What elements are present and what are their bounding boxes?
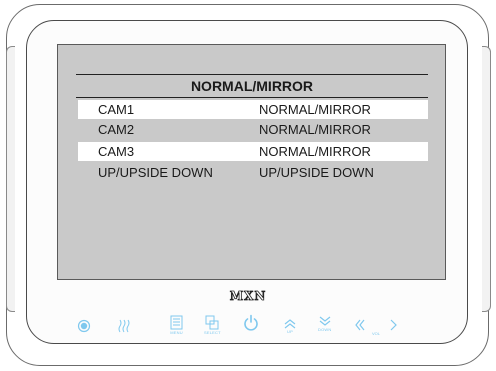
select-label: SELECT (204, 330, 221, 335)
power-button[interactable] (243, 314, 259, 332)
osd-row-cam2[interactable]: CAM2 NORMAL/MIRROR (78, 120, 428, 139)
menu-label: MENU (170, 330, 183, 335)
down-button[interactable]: DOWN (318, 316, 331, 332)
right-side-notch (482, 46, 491, 312)
osd-row-label: CAM1 (98, 102, 135, 117)
osd-row-value: UP/UPSIDE DOWN (259, 165, 374, 180)
volume-up-button[interactable] (389, 319, 399, 331)
osd-row-value: NORMAL/MIRROR (259, 144, 371, 159)
chevron-down-icon (319, 316, 331, 326)
power-icon (244, 314, 258, 331)
menu-icon (170, 315, 183, 330)
menu-button[interactable]: MENU (170, 315, 183, 335)
osd-row-label: CAM3 (98, 144, 135, 159)
select-button[interactable]: SELECT (204, 315, 221, 335)
osd-bottom-divider (76, 97, 428, 98)
select-icon (205, 315, 219, 330)
up-button[interactable]: UP (284, 318, 296, 334)
left-side-notch (6, 46, 15, 312)
osd-row-cam1[interactable]: CAM1 NORMAL/MIRROR (78, 100, 428, 119)
volume-label: VOL (372, 331, 381, 336)
osd-title: NORMAL/MIRROR (190, 78, 314, 94)
brand-logo: MXN (229, 289, 267, 304)
target-icon (77, 319, 91, 333)
osd-top-divider (76, 74, 428, 75)
chevron-right-icon (390, 319, 397, 331)
osd-row-upside-down[interactable]: UP/UPSIDE DOWN UP/UPSIDE DOWN (78, 163, 428, 182)
volume-down-button[interactable] (354, 319, 366, 331)
up-label: UP (287, 329, 293, 334)
osd-row-label: CAM2 (98, 122, 135, 137)
heat-waves-icon (118, 319, 130, 333)
osd-row-cam3[interactable]: CAM3 NORMAL/MIRROR (78, 142, 428, 161)
osd-row-value: NORMAL/MIRROR (259, 102, 371, 117)
heat-button[interactable] (118, 318, 130, 334)
osd-row-value: NORMAL/MIRROR (259, 122, 371, 137)
chevron-up-icon (284, 319, 296, 329)
osd-row-label: UP/UPSIDE DOWN (98, 165, 213, 180)
down-label: DOWN (318, 327, 332, 332)
target-button[interactable] (77, 319, 91, 333)
chevron-left-double-icon (355, 319, 365, 331)
